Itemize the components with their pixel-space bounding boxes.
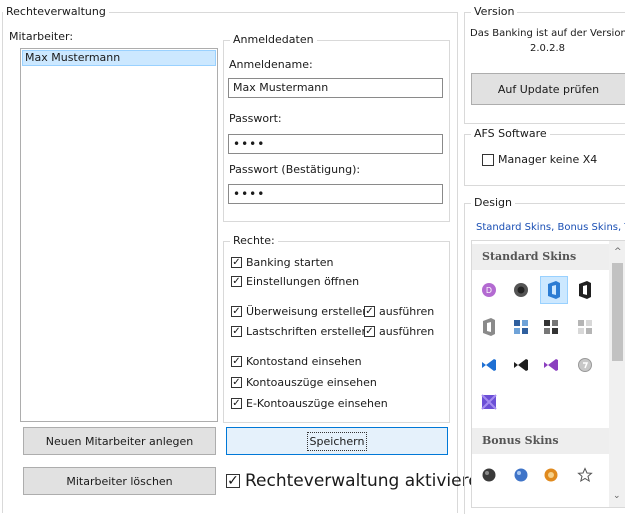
standard-skins-header: Standard Skins — [472, 244, 609, 270]
checkmark-icon: ✓ — [364, 305, 375, 317]
office-grey-icon[interactable] — [478, 316, 500, 338]
scrollbar-thumb[interactable] — [612, 263, 623, 361]
design-title: Design — [471, 196, 515, 209]
office-blue-icon[interactable] — [540, 276, 568, 304]
create-transfer-checkbox[interactable]: ✓ Überweisung erstellen — [231, 305, 369, 318]
login-data-title: Anmeldedaten — [230, 33, 317, 46]
banking-start-checkbox[interactable]: ✓ Banking starten — [231, 256, 334, 269]
star-icon[interactable] — [574, 464, 596, 486]
login-name-input[interactable]: Max Mustermann — [228, 78, 443, 98]
view-e-statements-checkbox[interactable]: ✓ E-Kontoauszüge einsehen — [231, 397, 388, 410]
view-balance-label: Kontostand einsehen — [246, 355, 362, 368]
checkmark-icon: ✓ — [231, 275, 242, 287]
unchecked-box-icon — [482, 153, 494, 166]
svg-text:D: D — [486, 286, 492, 295]
version-title: Version — [471, 5, 518, 18]
delete-employee-button[interactable]: Mitarbeiter löschen — [23, 467, 216, 495]
check-update-label: Auf Update prüfen — [497, 82, 600, 96]
employees-label: Mitarbeiter: — [9, 30, 74, 43]
open-settings-label: Einstellungen öffnen — [246, 275, 360, 288]
vs-black-icon[interactable] — [510, 354, 532, 376]
new-employee-button[interactable]: Neuen Mitarbeiter anlegen — [23, 427, 216, 455]
dark-grid-icon[interactable] — [540, 316, 562, 338]
scroll-down-icon[interactable]: ⌄ — [613, 491, 621, 501]
blue-sphere-icon[interactable] — [510, 464, 532, 486]
execute-direct-debit-checkbox[interactable]: ✓ ausführen — [364, 325, 434, 338]
activate-rights-checkbox[interactable]: ✓ Rechteverwaltung aktivieren — [226, 471, 489, 491]
save-button-label: Speichern — [306, 431, 368, 451]
afs-title: AFS Software — [471, 127, 550, 140]
bonus-skins-header: Bonus Skins — [472, 428, 609, 454]
view-balance-checkbox[interactable]: ✓ Kontostand einsehen — [231, 355, 362, 368]
create-direct-debit-label: Lastschriften erstellen — [246, 325, 369, 338]
delete-employee-button-label: Mitarbeiter löschen — [66, 474, 173, 488]
office-black-icon[interactable] — [574, 279, 596, 301]
skin-categories-link[interactable]: Standard Skins, Bonus Skins, Th — [476, 222, 625, 233]
purple-square-icon[interactable] — [478, 391, 500, 413]
version-text: Das Banking ist auf der Version: — [470, 28, 625, 39]
checkmark-icon: ✓ — [231, 305, 242, 317]
open-settings-checkbox[interactable]: ✓ Einstellungen öffnen — [231, 275, 359, 288]
view-statements-checkbox[interactable]: ✓ Kontoauszüge einsehen — [231, 376, 377, 389]
employee-list[interactable]: Max Mustermann — [20, 48, 218, 422]
checkmark-icon: ✓ — [226, 473, 240, 489]
banking-start-label: Banking starten — [246, 256, 334, 269]
check-update-button[interactable]: Auf Update prüfen — [471, 73, 625, 105]
manager-x4-label: Manager keine X4 — [498, 153, 598, 166]
password-confirm-input[interactable]: •••• — [228, 184, 443, 204]
version-number: 2.0.2.8 — [530, 43, 565, 54]
view-e-statements-label: E-Kontoauszüge einsehen — [246, 397, 388, 410]
vs-blue-icon[interactable] — [478, 354, 500, 376]
orange-sphere-icon[interactable] — [540, 464, 562, 486]
purple-d-icon[interactable]: D — [478, 279, 500, 301]
list-item[interactable]: Max Mustermann — [22, 50, 216, 66]
password-confirm-label: Passwort (Bestätigung): — [229, 163, 361, 176]
checkmark-icon: ✓ — [364, 325, 375, 337]
create-direct-debit-checkbox[interactable]: ✓ Lastschriften erstellen — [231, 325, 368, 338]
execute-direct-debit-label: ausführen — [379, 325, 435, 338]
view-statements-label: Kontoauszüge einsehen — [246, 376, 377, 389]
checkmark-icon: ✓ — [231, 376, 242, 388]
password-input[interactable]: •••• — [228, 134, 443, 154]
activate-rights-label: Rechteverwaltung aktivieren — [245, 471, 490, 491]
light-grid-icon[interactable] — [574, 316, 596, 338]
grey-circle-icon[interactable] — [574, 354, 596, 376]
new-employee-button-label: Neuen Mitarbeiter anlegen — [45, 434, 194, 448]
checkmark-icon: ✓ — [231, 397, 242, 409]
execute-transfer-checkbox[interactable]: ✓ ausführen — [364, 305, 434, 318]
checkmark-icon: ✓ — [231, 256, 242, 268]
blueprint-icon[interactable] — [510, 316, 532, 338]
checkmark-icon: ✓ — [231, 325, 242, 337]
black-sphere-icon[interactable] — [478, 464, 500, 486]
password-label: Passwort: — [229, 112, 282, 125]
create-transfer-label: Überweisung erstellen — [246, 305, 370, 318]
save-button[interactable]: Speichern — [226, 427, 448, 455]
manager-x4-checkbox[interactable]: Manager keine X4 — [482, 153, 597, 166]
rights-management-title: Rechteverwaltung — [3, 5, 109, 18]
vs-purple-icon[interactable] — [540, 354, 562, 376]
checkmark-icon: ✓ — [231, 355, 242, 367]
rights-title: Rechte: — [230, 234, 278, 247]
login-name-label: Anmeldename: — [229, 58, 313, 71]
dark-d-icon[interactable] — [510, 279, 532, 301]
skin-gallery-scrollbar[interactable]: ^ ⌄ — [609, 241, 625, 507]
skin-gallery[interactable]: Standard Skins D Bonus Skins ^ ⌄ — [471, 240, 625, 508]
execute-transfer-label: ausführen — [379, 305, 435, 318]
scroll-up-icon[interactable]: ^ — [614, 247, 622, 257]
